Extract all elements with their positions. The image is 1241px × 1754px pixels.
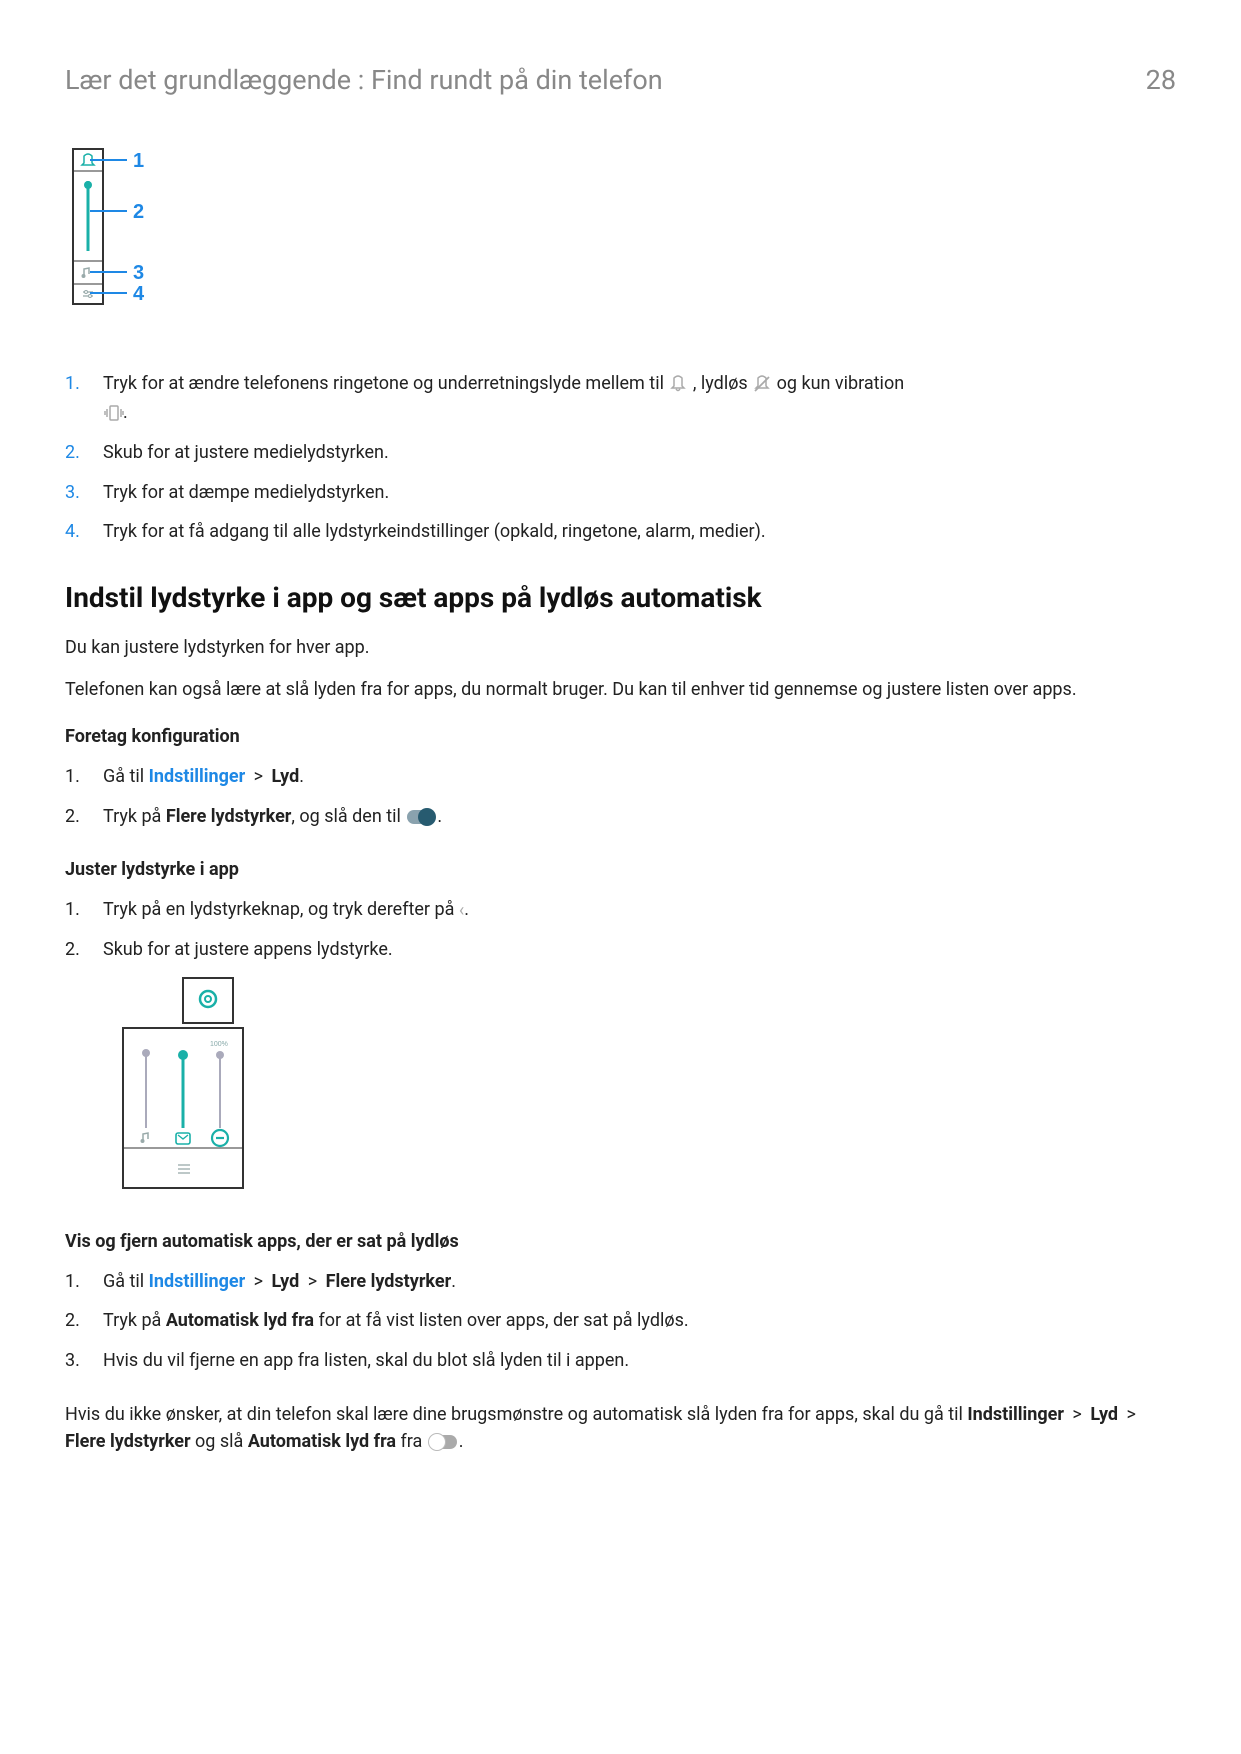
volume-control-diagram: 1 2 3 4 bbox=[65, 141, 1176, 319]
list-item: Tryk for at dæmpe medielydstyrken. bbox=[65, 478, 1176, 508]
toggle-off-icon bbox=[429, 1435, 457, 1449]
sub-heading: Foretag konfiguration bbox=[65, 723, 1176, 750]
sub-heading: Juster lydstyrke i app bbox=[65, 856, 1176, 883]
list-item: Tryk for at få adgang til alle lydstyrke… bbox=[65, 517, 1176, 547]
svg-text:2: 2 bbox=[133, 201, 144, 223]
list-item: Hvis du vil fjerne en app fra listen, sk… bbox=[65, 1346, 1176, 1376]
svg-text:4: 4 bbox=[133, 283, 145, 305]
adjust-list: Tryk på en lydstyrkeknap, og tryk dereft… bbox=[65, 895, 1176, 1202]
list-item: Gå til Indstillinger > Lyd. bbox=[65, 762, 1176, 792]
list-item: Tryk på Automatisk lyd fra for at få vis… bbox=[65, 1306, 1176, 1336]
app-volume-diagram: 100% bbox=[118, 973, 1176, 1203]
bell-icon bbox=[668, 374, 688, 394]
body-text: Hvis du ikke ønsker, at din telefon skal… bbox=[65, 1401, 1176, 1455]
callout-list: Tryk for at ændre telefonens ringetone o… bbox=[65, 369, 1176, 547]
breadcrumb: Lær det grundlæggende : Find rundt på di… bbox=[65, 60, 663, 101]
section-heading: Indstil lydstyrke i app og sæt apps på l… bbox=[65, 577, 1176, 619]
settings-link[interactable]: Indstillinger bbox=[149, 1271, 246, 1292]
list-item: Tryk for at ændre telefonens ringetone o… bbox=[65, 369, 1176, 428]
list-item: Tryk på en lydstyrkeknap, og tryk dereft… bbox=[65, 895, 1176, 925]
list-item: Skub for at justere appens lydstyrke. 10… bbox=[65, 935, 1176, 1202]
body-text: Du kan justere lydstyrken for hver app. bbox=[65, 634, 1176, 661]
toggle-on-icon bbox=[407, 810, 435, 824]
sub-heading: Vis og fjern automatisk apps, der er sat… bbox=[65, 1228, 1176, 1255]
view-remove-list: Gå til Indstillinger > Lyd > Flere lydst… bbox=[65, 1267, 1176, 1376]
svg-text:1: 1 bbox=[133, 150, 144, 172]
list-item: Gå til Indstillinger > Lyd > Flere lydst… bbox=[65, 1267, 1176, 1297]
svg-text:100%: 100% bbox=[210, 1041, 228, 1048]
vibration-icon bbox=[103, 403, 123, 423]
settings-link[interactable]: Indstillinger bbox=[149, 766, 246, 787]
page-header: Lær det grundlæggende : Find rundt på di… bbox=[65, 60, 1176, 101]
config-list: Gå til Indstillinger > Lyd. Tryk på Fler… bbox=[65, 762, 1176, 831]
list-item: Tryk på Flere lydstyrker, og slå den til… bbox=[65, 802, 1176, 832]
svg-text:3: 3 bbox=[133, 262, 144, 284]
bell-off-icon bbox=[752, 374, 772, 394]
page-number: 28 bbox=[1146, 60, 1176, 101]
body-text: Telefonen kan også lære at slå lyden fra… bbox=[65, 676, 1176, 703]
list-item: Skub for at justere medielydstyrken. bbox=[65, 438, 1176, 468]
